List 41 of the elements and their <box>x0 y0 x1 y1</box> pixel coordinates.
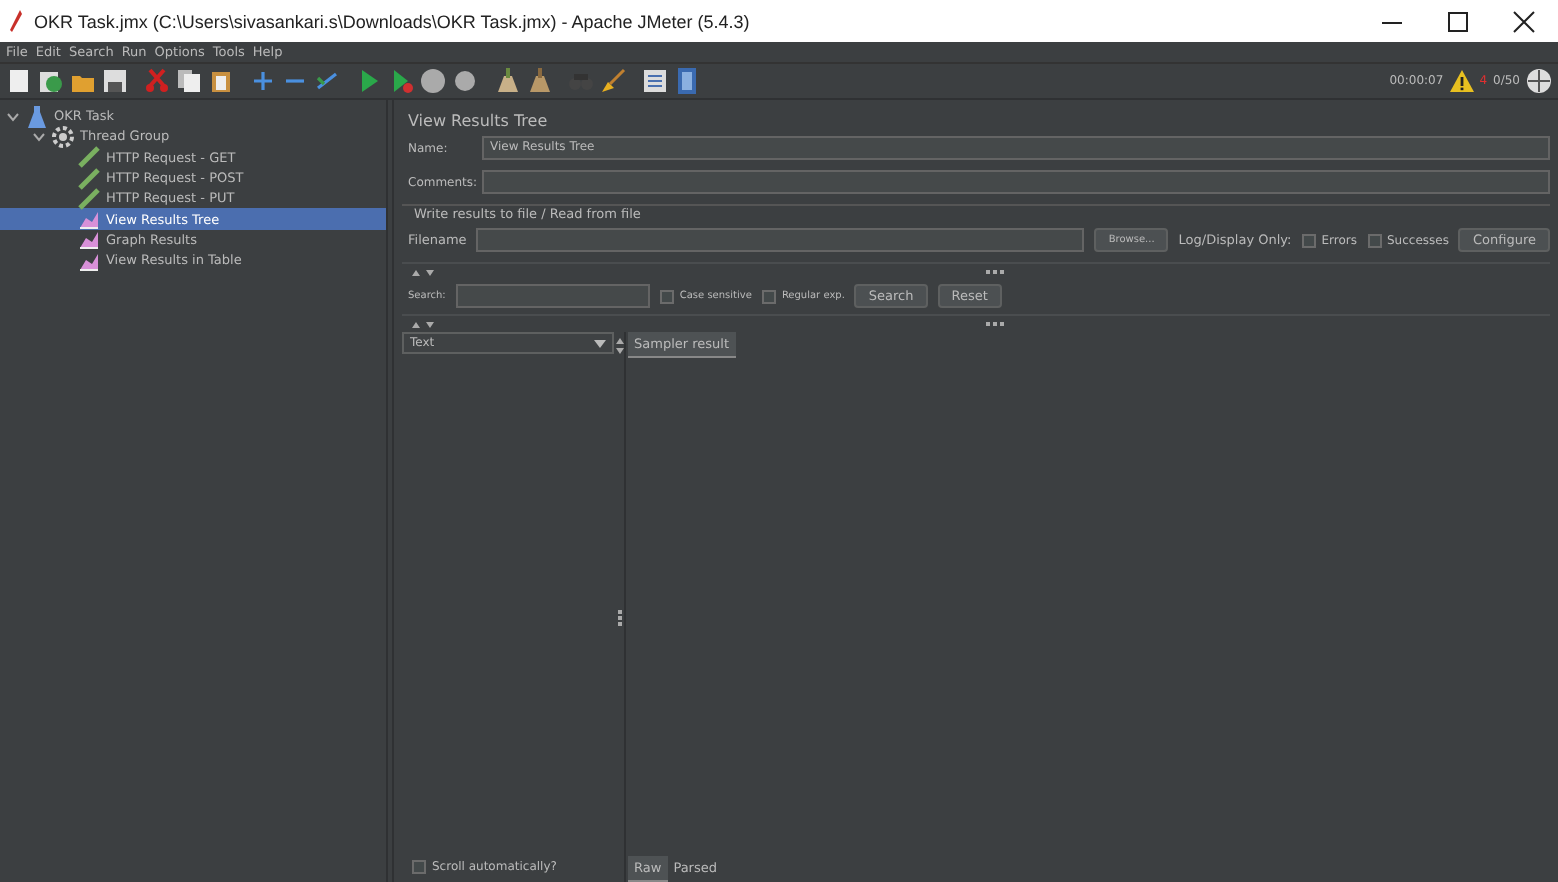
text-field[interactable] <box>455 284 650 308</box>
clipboard-icon[interactable] <box>208 68 234 94</box>
stop-icon[interactable] <box>452 68 478 94</box>
collapse-arrows-icon[interactable] <box>410 267 436 277</box>
help-icon[interactable] <box>674 68 700 94</box>
window-title: OKR Task.jmx (C:\Users\sivasankari.s\Downloads\OKR Task.jmx) - Apache JMeter (5.4.3) <box>34 11 752 31</box>
play-icon[interactable] <box>356 68 382 94</box>
warning-icon[interactable] <box>1449 70 1474 92</box>
checkbox[interactable] <box>412 860 426 874</box>
drag-handle-icon[interactable] <box>986 321 1004 327</box>
play-icon[interactable] <box>388 68 414 94</box>
checkbox[interactable] <box>1301 233 1316 247</box>
text-field[interactable] <box>482 170 1550 194</box>
checkbox[interactable] <box>659 289 674 303</box>
drag-handle-icon[interactable] <box>617 609 621 625</box>
collapse-arrows-icon[interactable] <box>410 319 436 329</box>
toggle-icon[interactable] <box>314 68 340 94</box>
chart-icon <box>78 249 100 272</box>
template-icon[interactable] <box>38 68 64 94</box>
checkbox[interactable] <box>761 289 776 303</box>
collapse-arrows-icon[interactable] <box>615 336 623 356</box>
pen-icon <box>78 187 100 210</box>
stop-icon[interactable] <box>420 68 446 94</box>
chevron-down-icon[interactable] <box>32 129 46 144</box>
panel-title: View Results Tree <box>406 110 550 134</box>
drag-handle-icon[interactable] <box>986 269 1004 275</box>
list-icon[interactable] <box>642 68 668 94</box>
chart-icon <box>78 208 100 231</box>
caret-icon <box>594 339 606 347</box>
new-file-icon[interactable] <box>6 68 32 94</box>
text-field[interactable] <box>476 228 1085 252</box>
chevron-down-icon[interactable] <box>6 109 20 124</box>
copy-icon[interactable] <box>176 68 202 94</box>
chart-icon <box>78 228 100 251</box>
pen-icon <box>78 167 100 190</box>
plus-icon[interactable] <box>250 68 276 94</box>
checkbox[interactable] <box>1367 233 1381 247</box>
flask-icon <box>26 105 48 128</box>
save-icon[interactable] <box>102 68 128 94</box>
pen-icon <box>78 146 100 169</box>
gear-icon <box>52 125 74 148</box>
